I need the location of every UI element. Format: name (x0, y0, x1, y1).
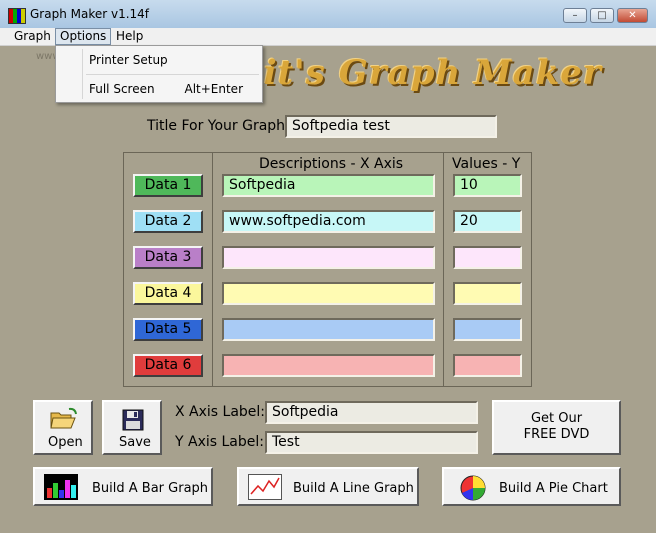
app-icon[interactable] (8, 8, 26, 24)
menu-separator (86, 74, 259, 75)
free-dvd-button[interactable]: Get Our FREE DVD (492, 400, 621, 455)
data-6-button[interactable]: Data 6 (133, 354, 203, 377)
menu-help[interactable]: Help (112, 28, 147, 45)
table-divider (443, 152, 444, 387)
data-4-value[interactable] (453, 282, 522, 305)
folder-open-icon (50, 407, 77, 429)
dvd-line-1: Get Our (530, 411, 583, 426)
line-chart-icon (248, 474, 282, 500)
open-button[interactable]: Open (33, 400, 93, 455)
menu-gutter (82, 49, 83, 99)
minimize-icon[interactable]: – (563, 8, 587, 23)
data-5-description[interactable] (222, 318, 435, 341)
y-axis-label-input[interactable]: Test (265, 431, 478, 454)
menu-bar: Graph Options Help (0, 28, 656, 46)
close-icon[interactable]: ✕ (617, 8, 648, 23)
data-3-value[interactable] (453, 246, 522, 269)
data-1-description[interactable]: Softpedia (222, 174, 435, 197)
data-5-button[interactable]: Data 5 (133, 318, 203, 341)
data-1-button[interactable]: Data 1 (133, 174, 203, 197)
build-pie-chart-button[interactable]: Build A Pie Chart (442, 467, 621, 506)
data-2-description[interactable]: www.softpedia.com (222, 210, 435, 233)
data-3-description[interactable] (222, 246, 435, 269)
data-6-value[interactable] (453, 354, 522, 377)
bar-chart-icon (44, 474, 78, 500)
save-label: Save (119, 435, 151, 450)
build-line-graph-button[interactable]: Build A Line Graph (237, 467, 419, 506)
menu-item-printer-setup[interactable]: Printer Setup (89, 53, 168, 67)
graph-title-label: Title For Your Graph: (147, 118, 290, 134)
title-bar: Graph Maker v1.14f – □ ✕ (0, 0, 656, 29)
data-4-description[interactable] (222, 282, 435, 305)
graph-title-input[interactable]: Softpedia test (285, 115, 497, 138)
data-2-button[interactable]: Data 2 (133, 210, 203, 233)
window-title: Graph Maker v1.14f (30, 7, 150, 21)
pie-chart-icon (460, 475, 486, 501)
desc-column-header: Descriptions - X Axis (259, 156, 404, 172)
table-divider (212, 152, 213, 387)
x-axis-label-text: X Axis Label: (175, 404, 266, 420)
pie-chart-label: Build A Pie Chart (499, 481, 608, 496)
save-button[interactable]: Save (102, 400, 162, 455)
data-4-button[interactable]: Data 4 (133, 282, 203, 305)
x-axis-label-input[interactable]: Softpedia (265, 401, 478, 424)
dvd-line-2: FREE DVD (523, 427, 590, 442)
values-column-header: Values - Y (452, 156, 521, 172)
bar-graph-label: Build A Bar Graph (92, 481, 209, 496)
line-graph-label: Build A Line Graph (293, 481, 414, 496)
options-dropdown: Printer Setup Full Screen Alt+Enter (55, 45, 263, 103)
full-screen-shortcut: Alt+Enter (184, 82, 243, 96)
data-6-description[interactable] (222, 354, 435, 377)
floppy-disk-icon (122, 409, 144, 431)
menu-graph[interactable]: Graph (10, 28, 55, 45)
data-3-button[interactable]: Data 3 (133, 246, 203, 269)
data-1-value[interactable]: 10 (453, 174, 522, 197)
maximize-icon[interactable]: □ (590, 8, 614, 23)
data-2-value[interactable]: 20 (453, 210, 522, 233)
menu-item-full-screen[interactable]: Full Screen (89, 82, 155, 96)
data-5-value[interactable] (453, 318, 522, 341)
open-label: Open (48, 435, 83, 450)
y-axis-label-text: Y Axis Label: (175, 434, 264, 450)
app-banner: uit's Graph Maker (238, 53, 602, 93)
menu-options[interactable]: Options (55, 28, 112, 45)
build-bar-graph-button[interactable]: Build A Bar Graph (33, 467, 213, 506)
